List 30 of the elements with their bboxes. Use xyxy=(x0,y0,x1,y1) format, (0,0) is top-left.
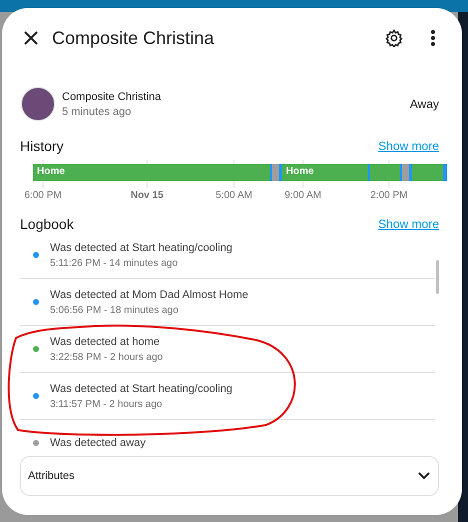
axis-label: 5:00 AM xyxy=(216,190,252,201)
section-title: History xyxy=(20,138,64,154)
log-message: Was detected away xyxy=(50,437,146,449)
timeline-label: Home xyxy=(286,166,314,177)
section-title: Logbook xyxy=(20,216,74,232)
scrollbar[interactable] xyxy=(436,260,439,294)
entity-name: Composite Christina xyxy=(62,90,162,102)
logbook-entry[interactable]: Was detected at Start heating/cooling 5:11:26 PM - 14 minutes ago xyxy=(20,232,435,279)
axis-label: Nov 15 xyxy=(130,190,164,201)
avatar-circle xyxy=(21,87,55,121)
dialog-title: Composite Christina xyxy=(52,28,216,48)
last-updated: 5 minutes ago xyxy=(62,106,132,118)
chevron-icon xyxy=(418,472,430,480)
log-message: Was detected at Start heating/cooling xyxy=(50,242,232,254)
axis-label: 9:00 AM xyxy=(284,190,322,201)
timeline-label: Home xyxy=(37,166,65,177)
log-message: Was detected at home xyxy=(50,336,161,348)
log-time: 3:11:57 PM - 2 hours ago xyxy=(50,398,164,410)
log-time: 3:22:58 PM - 2 hours ago xyxy=(50,352,163,362)
axis-label: 2:00 PM xyxy=(370,190,408,201)
log-message: Was detected at Mom Dad Almost Home xyxy=(50,288,248,300)
logbook-entry[interactable]: Was detected at Mom Dad Almost Home 5:06:56 PM - 18 minutes ago xyxy=(20,279,435,326)
log-time: 5:11:26 PM - 14 minutes ago xyxy=(50,258,179,268)
logbook-entry[interactable]: Was detected at home 3:22:58 PM - 2 hours ago xyxy=(20,326,435,373)
log-message: Was detected at Start heating/cooling xyxy=(50,382,232,394)
entity-state: Away xyxy=(410,97,439,111)
log-time: 5:06:56 PM - 18 minutes ago xyxy=(50,304,180,316)
logbook-entry[interactable]: Was detected at Start heating/cooling 3:11:57 PM - 2 hours ago xyxy=(20,373,435,420)
attributes-expander[interactable]: Attributes xyxy=(20,456,439,496)
axis-label: 6:00 PM xyxy=(24,190,62,201)
